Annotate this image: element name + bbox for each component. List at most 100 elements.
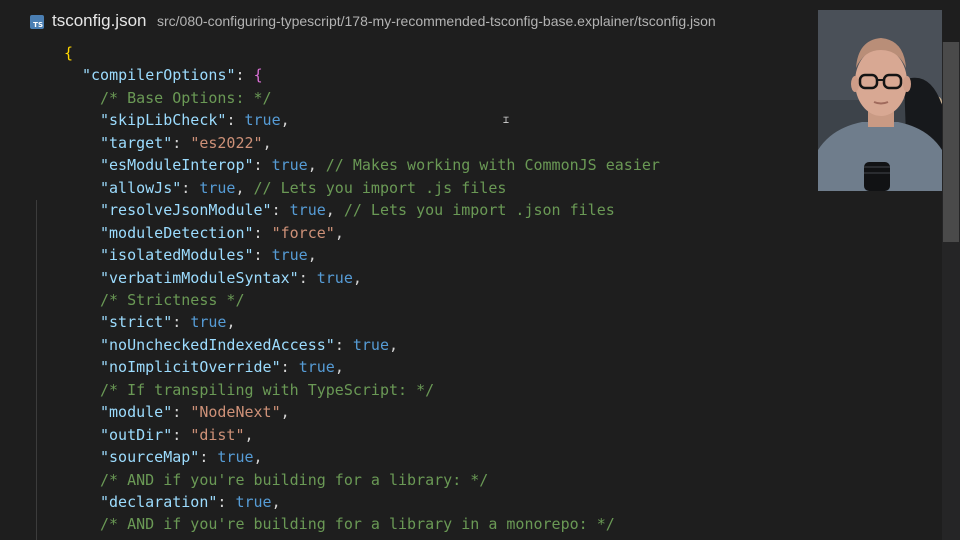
code-token: "noImplicitOverride"	[100, 358, 281, 377]
code-token: :	[181, 178, 200, 197]
code-token: :	[217, 493, 236, 511]
code-token: :	[253, 246, 272, 265]
code-line: "declaration": true,	[100, 491, 281, 514]
code-token: "esModuleInterop"	[100, 156, 254, 175]
code-token: true	[316, 268, 353, 287]
code-line: "moduleDetection": "force",	[100, 222, 344, 245]
code-token: "declaration"	[100, 493, 218, 511]
code-token: true	[244, 111, 281, 130]
code-token: /* Strictness */	[100, 290, 245, 309]
code-line: "isolatedModules": true,	[100, 244, 317, 267]
presenter-video-frame	[818, 10, 942, 191]
code-token: :	[172, 133, 191, 152]
code-token: {	[64, 44, 74, 62]
code-token: // Lets you import .json files	[343, 201, 615, 220]
code-token: /* AND if you're building for a library …	[100, 515, 615, 534]
code-line: "allowJs": true, // Lets you import .js …	[100, 177, 506, 200]
code-editor: TS tsconfig.json src/080-configuring-typ…	[0, 0, 960, 540]
code-line: /* AND if you're building for a library …	[100, 513, 615, 536]
code-token: :	[172, 313, 191, 332]
code-line: "target": "es2022",	[100, 132, 272, 155]
code-token: "skipLibCheck"	[100, 111, 227, 130]
code-token: "resolveJsonModule"	[100, 201, 272, 220]
code-token: ,	[235, 178, 254, 197]
code-token: ,	[271, 493, 281, 511]
code-token: ,	[389, 335, 399, 354]
code-token: "NodeNext"	[190, 403, 281, 422]
code-token: /* Base Options: */	[100, 88, 272, 107]
webcam-overlay	[818, 10, 942, 191]
code-token: true	[217, 448, 254, 467]
editor-tab-bar: TS tsconfig.json src/080-configuring-typ…	[0, 0, 960, 42]
code-token: ,	[244, 425, 254, 444]
code-token: true	[289, 201, 326, 220]
code-token: ,	[325, 201, 344, 220]
code-token: ,	[307, 246, 317, 265]
code-token: ,	[280, 403, 290, 422]
code-token: "isolatedModules"	[100, 246, 254, 265]
code-token: ,	[262, 133, 272, 152]
code-token: ,	[307, 156, 326, 175]
code-line: "noUncheckedIndexedAccess": true,	[100, 334, 398, 357]
code-line: "verbatimModuleSyntax": true,	[100, 267, 362, 290]
code-token: :	[235, 66, 254, 85]
code-token: "outDir"	[100, 425, 173, 444]
code-token: "dist"	[190, 425, 245, 444]
code-token: // Lets you import .js files	[253, 178, 507, 197]
code-line: /* If transpiling with TypeScript: */	[100, 379, 434, 402]
code-token: "moduleDetection"	[100, 223, 254, 242]
code-token: ,	[352, 268, 362, 287]
code-token: true	[199, 178, 236, 197]
tab-filename[interactable]: tsconfig.json	[52, 11, 147, 31]
tab-file-path: src/080-configuring-typescript/178-my-re…	[157, 13, 716, 29]
code-token: "allowJs"	[100, 178, 182, 197]
code-line: /* Base Options: */	[100, 87, 272, 110]
code-token: "module"	[100, 403, 173, 422]
code-line: "strict": true,	[100, 311, 235, 334]
code-line: /* AND if you're building for a library:…	[100, 469, 488, 492]
code-line: "skipLibCheck": true,	[100, 109, 290, 132]
code-token: /* AND if you're building for a library:…	[100, 470, 489, 489]
code-token: :	[172, 403, 191, 422]
scrollbar-thumb[interactable]	[943, 42, 959, 242]
code-token: :	[199, 448, 218, 467]
code-token: :	[226, 111, 245, 130]
code-token: ,	[334, 223, 344, 242]
code-token: ,	[334, 358, 344, 377]
code-token: // Makes working with CommonJS easier	[325, 156, 660, 175]
code-token: true	[271, 156, 308, 175]
code-line: "module": "NodeNext",	[100, 401, 290, 424]
code-token: true	[298, 358, 335, 377]
code-token: :	[253, 223, 272, 242]
indent-guide	[36, 200, 37, 540]
code-token: ,	[253, 448, 263, 467]
code-token: :	[271, 201, 290, 220]
code-token: :	[280, 358, 299, 377]
code-token: :	[172, 425, 191, 444]
code-token: "strict"	[100, 313, 173, 332]
code-token: true	[352, 335, 389, 354]
code-token: "noUncheckedIndexedAccess"	[100, 335, 335, 354]
code-token: :	[334, 335, 353, 354]
code-line: "sourceMap": true,	[100, 446, 263, 469]
code-line: "outDir": "dist",	[100, 424, 254, 447]
code-line: "resolveJsonModule": true, // Lets you i…	[100, 199, 615, 222]
code-line: "esModuleInterop": true, // Makes workin…	[100, 154, 660, 177]
code-token: "target"	[100, 133, 173, 152]
code-token: {	[253, 66, 263, 85]
code-line: "noImplicitOverride": true,	[100, 356, 344, 379]
code-token: "sourceMap"	[100, 448, 200, 467]
mouse-ibeam-cursor-icon: ⌶	[503, 115, 510, 126]
code-token: true	[271, 246, 308, 265]
code-token: ,	[280, 111, 290, 130]
code-token: true	[235, 493, 272, 511]
code-token: ,	[226, 313, 236, 332]
code-token: "force"	[271, 223, 335, 242]
code-token: :	[253, 156, 272, 175]
code-token: "es2022"	[190, 133, 263, 152]
typescript-file-icon: TS	[30, 15, 44, 29]
code-token: :	[298, 268, 317, 287]
code-token: "compilerOptions"	[82, 66, 236, 85]
code-line: /* Strictness */	[100, 289, 245, 312]
vertical-scrollbar[interactable]	[942, 42, 960, 540]
